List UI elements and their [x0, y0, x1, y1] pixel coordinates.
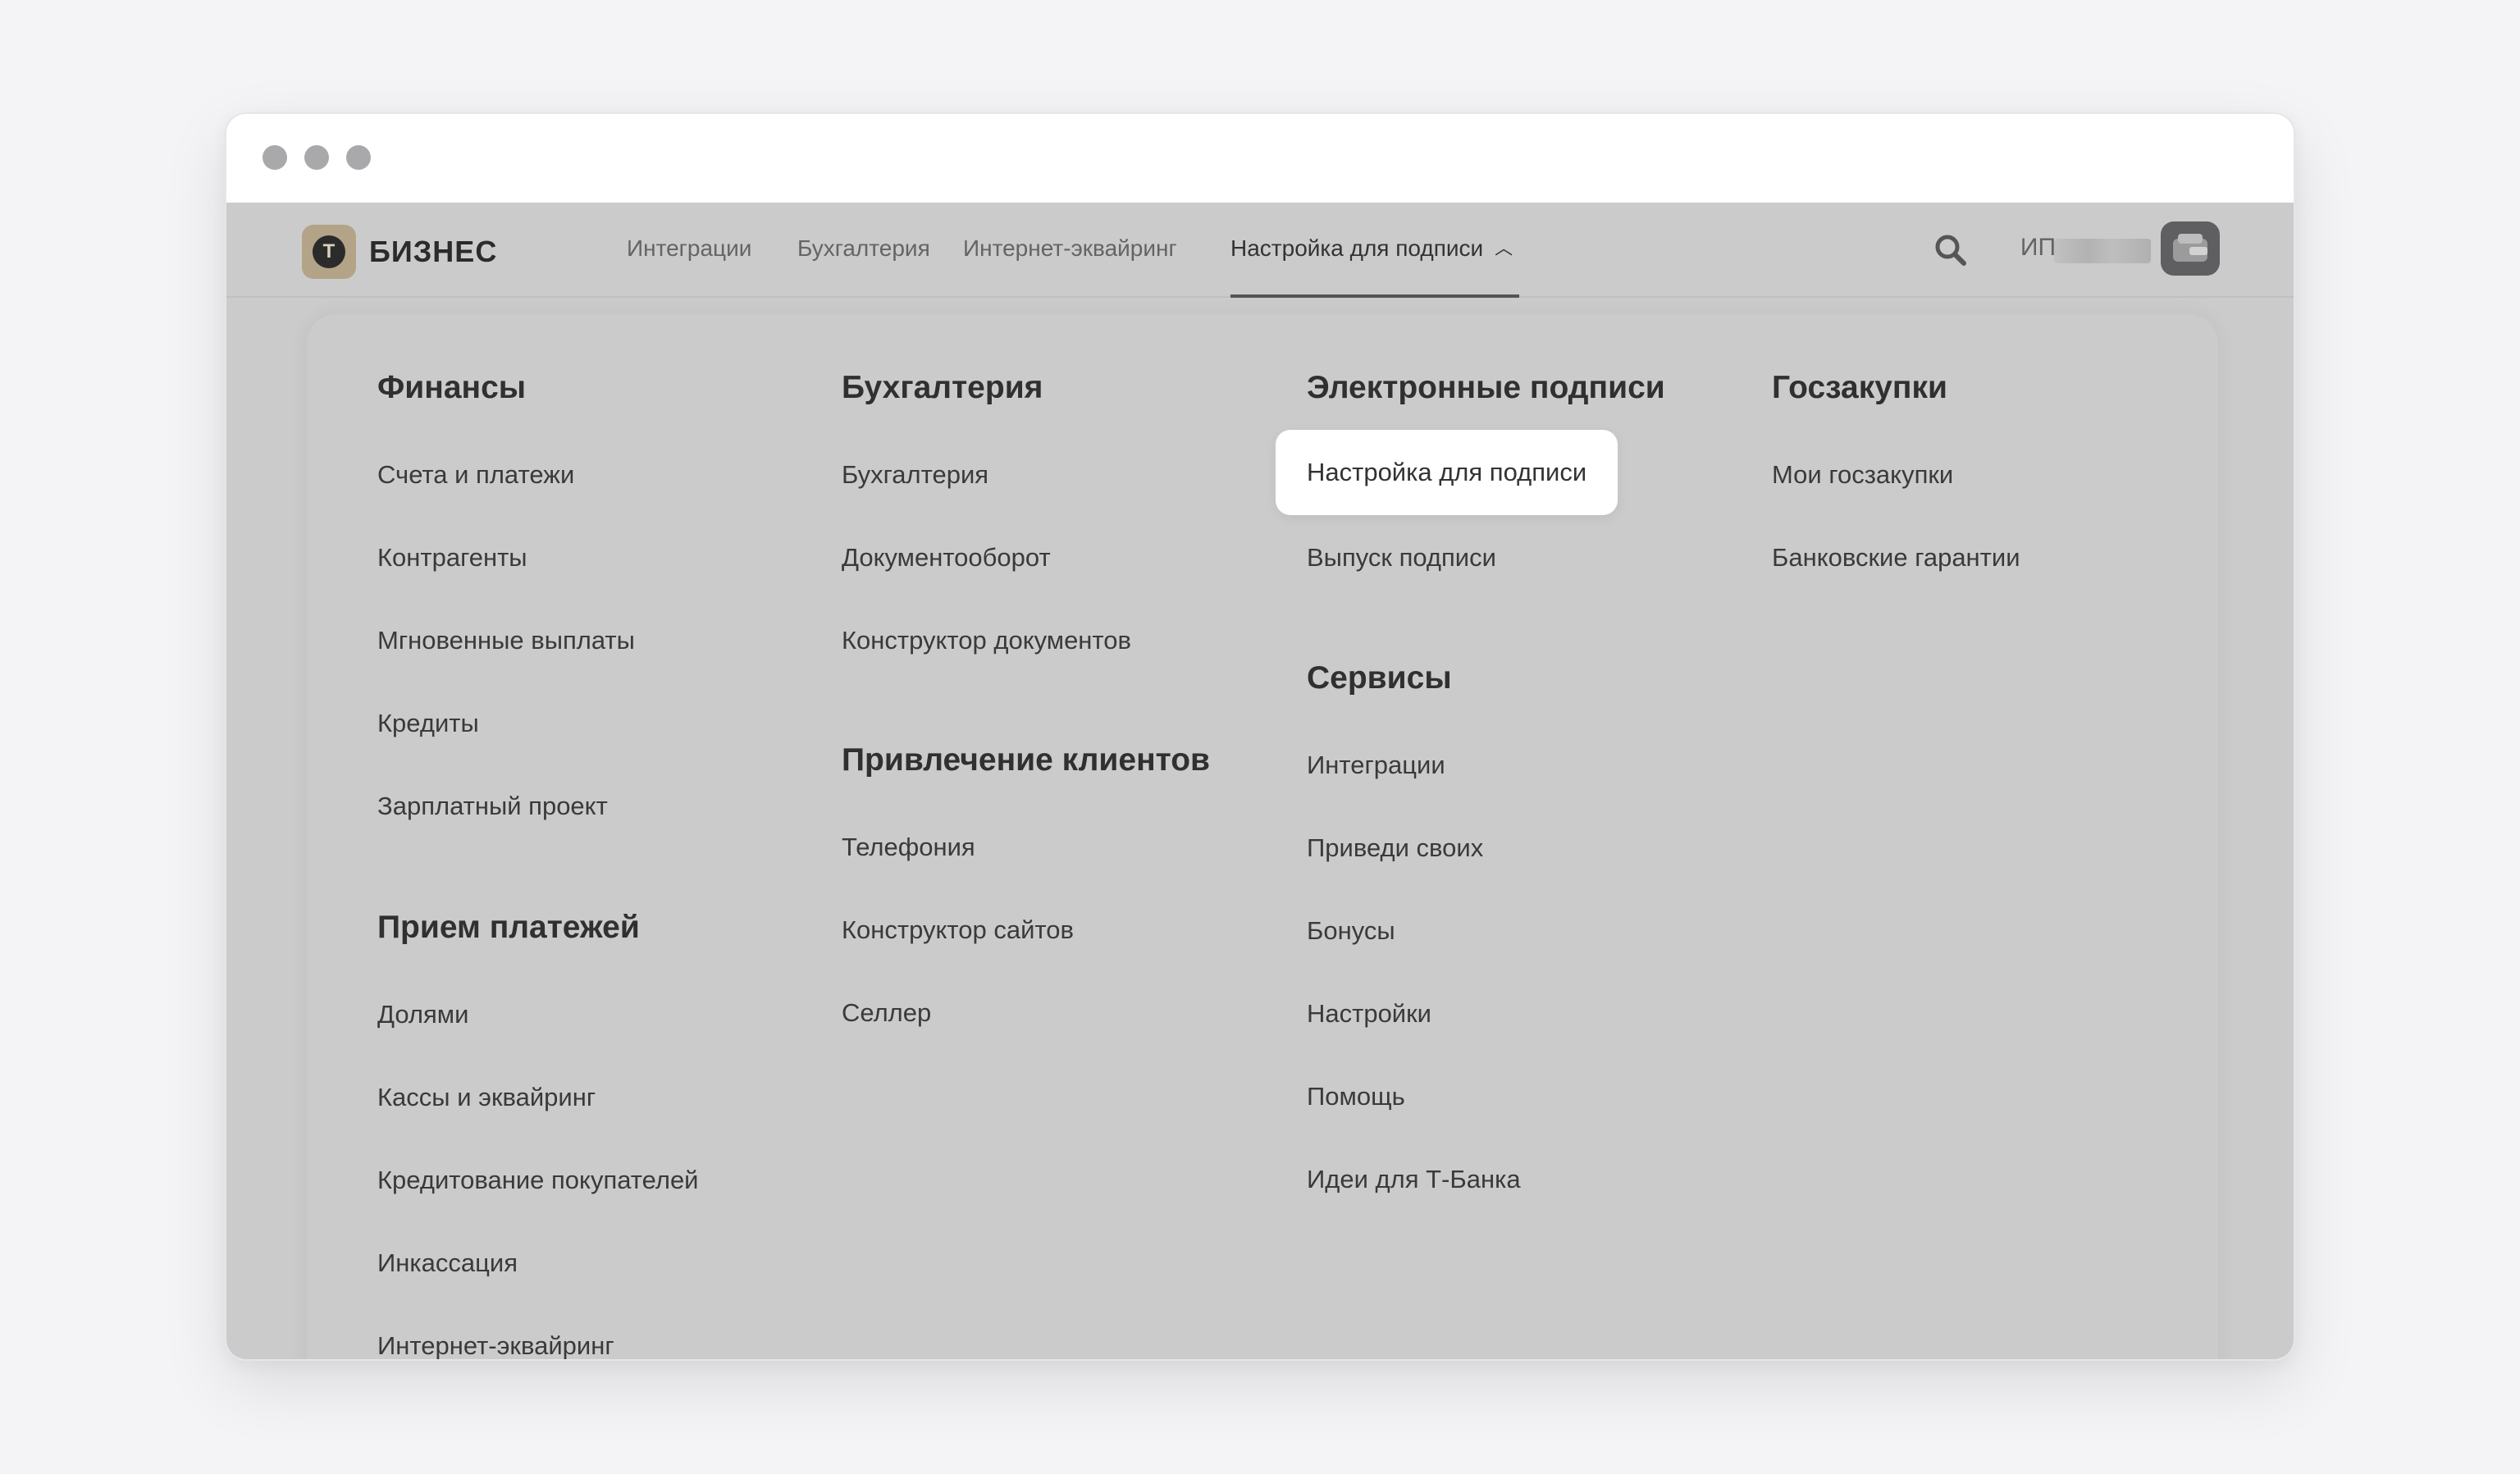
- menu-item[interactable]: Кредитование покупателей: [377, 1166, 699, 1195]
- menu-group-title: Прием платежей: [377, 910, 640, 945]
- menu-item[interactable]: Документооборот: [842, 543, 1051, 573]
- menu-group-title: Сервисы: [1307, 660, 1452, 696]
- menu-item[interactable]: Инкассация: [377, 1248, 518, 1278]
- menu-item[interactable]: Счета и платежи: [377, 460, 574, 490]
- menu-item[interactable]: Мгновенные выплаты: [377, 626, 635, 655]
- logo-letter: Т: [313, 235, 345, 268]
- menu-item[interactable]: Долями: [377, 1000, 468, 1029]
- menu-item[interactable]: Интернет-эквайринг: [377, 1331, 614, 1359]
- window-close-dot[interactable]: [262, 145, 287, 170]
- browser-window: Т БИЗНЕС Интеграции Бухгалтерия Интернет…: [225, 112, 2295, 1361]
- menu-item[interactable]: Кассы и эквайринг: [377, 1083, 596, 1112]
- app-area: Т БИЗНЕС Интеграции Бухгалтерия Интернет…: [226, 203, 2294, 1359]
- nav-link-signature-settings[interactable]: Настройка для подписи ︿: [1230, 203, 1519, 298]
- menu-item[interactable]: Селлер: [842, 998, 931, 1028]
- menu-item[interactable]: Зарплатный проект: [377, 792, 608, 821]
- nav-link-internet-acquiring[interactable]: Интернет-эквайринг: [963, 203, 1177, 298]
- menu-item[interactable]: Бонусы: [1307, 916, 1395, 946]
- menu-item[interactable]: Конструктор сайтов: [842, 915, 1074, 945]
- menu-item[interactable]: Помощь: [1307, 1082, 1405, 1111]
- search-button[interactable]: [1928, 227, 1974, 273]
- brand-name: БИЗНЕС: [369, 235, 498, 268]
- menu-item[interactable]: Идеи для Т-Банка: [1307, 1165, 1521, 1194]
- menu-item[interactable]: Бухгалтерия: [842, 460, 988, 490]
- brand-logo[interactable]: Т БИЗНЕС: [302, 225, 497, 279]
- menu-item[interactable]: Кредиты: [377, 709, 479, 738]
- menu-item[interactable]: Мои госзакупки: [1772, 460, 1953, 490]
- top-navigation: Т БИЗНЕС Интеграции Бухгалтерия Интернет…: [226, 203, 2294, 298]
- menu-group-title: Финансы: [377, 370, 527, 405]
- window-minimize-dot[interactable]: [304, 145, 329, 170]
- menu-item-highlighted[interactable]: Настройка для подписи: [1276, 430, 1618, 515]
- user-name-prefix[interactable]: ИП: [2020, 234, 2056, 262]
- menu-group-title: Бухгалтерия: [842, 370, 1043, 405]
- menu-group-title: Госзакупки: [1772, 370, 1947, 405]
- menu-item[interactable]: Выпуск подписи: [1307, 543, 1496, 573]
- logo-mark-icon: Т: [302, 225, 356, 279]
- nav-link-integrations[interactable]: Интеграции: [627, 203, 751, 298]
- menu-item[interactable]: Телефония: [842, 833, 975, 862]
- user-avatar[interactable]: [2161, 221, 2220, 276]
- nav-link-accounting[interactable]: Бухгалтерия: [797, 203, 930, 298]
- user-name-blurred[interactable]: [2054, 239, 2151, 263]
- search-icon: [1935, 235, 1966, 266]
- nav-link-signature-settings-label: Настройка для подписи: [1230, 235, 1484, 261]
- menu-group-title: Электронные подписи: [1307, 370, 1665, 405]
- menu-item[interactable]: Конструктор документов: [842, 626, 1131, 655]
- menu-item[interactable]: Приведи своих: [1307, 833, 1483, 863]
- mega-menu-panel: Финансы Счета и платежи Контрагенты Мгно…: [307, 314, 2218, 1359]
- menu-group-title: Привлечение клиентов: [842, 742, 1211, 778]
- menu-item[interactable]: Банковские гарантии: [1772, 543, 2020, 573]
- chevron-up-icon: ︿: [1495, 238, 1513, 258]
- window-titlebar: [226, 114, 2294, 203]
- wallet-icon: [2173, 234, 2207, 262]
- menu-item[interactable]: Интеграции: [1307, 751, 1445, 780]
- menu-item[interactable]: Настройки: [1307, 999, 1431, 1029]
- window-maximize-dot[interactable]: [346, 145, 371, 170]
- menu-item[interactable]: Контрагенты: [377, 543, 527, 573]
